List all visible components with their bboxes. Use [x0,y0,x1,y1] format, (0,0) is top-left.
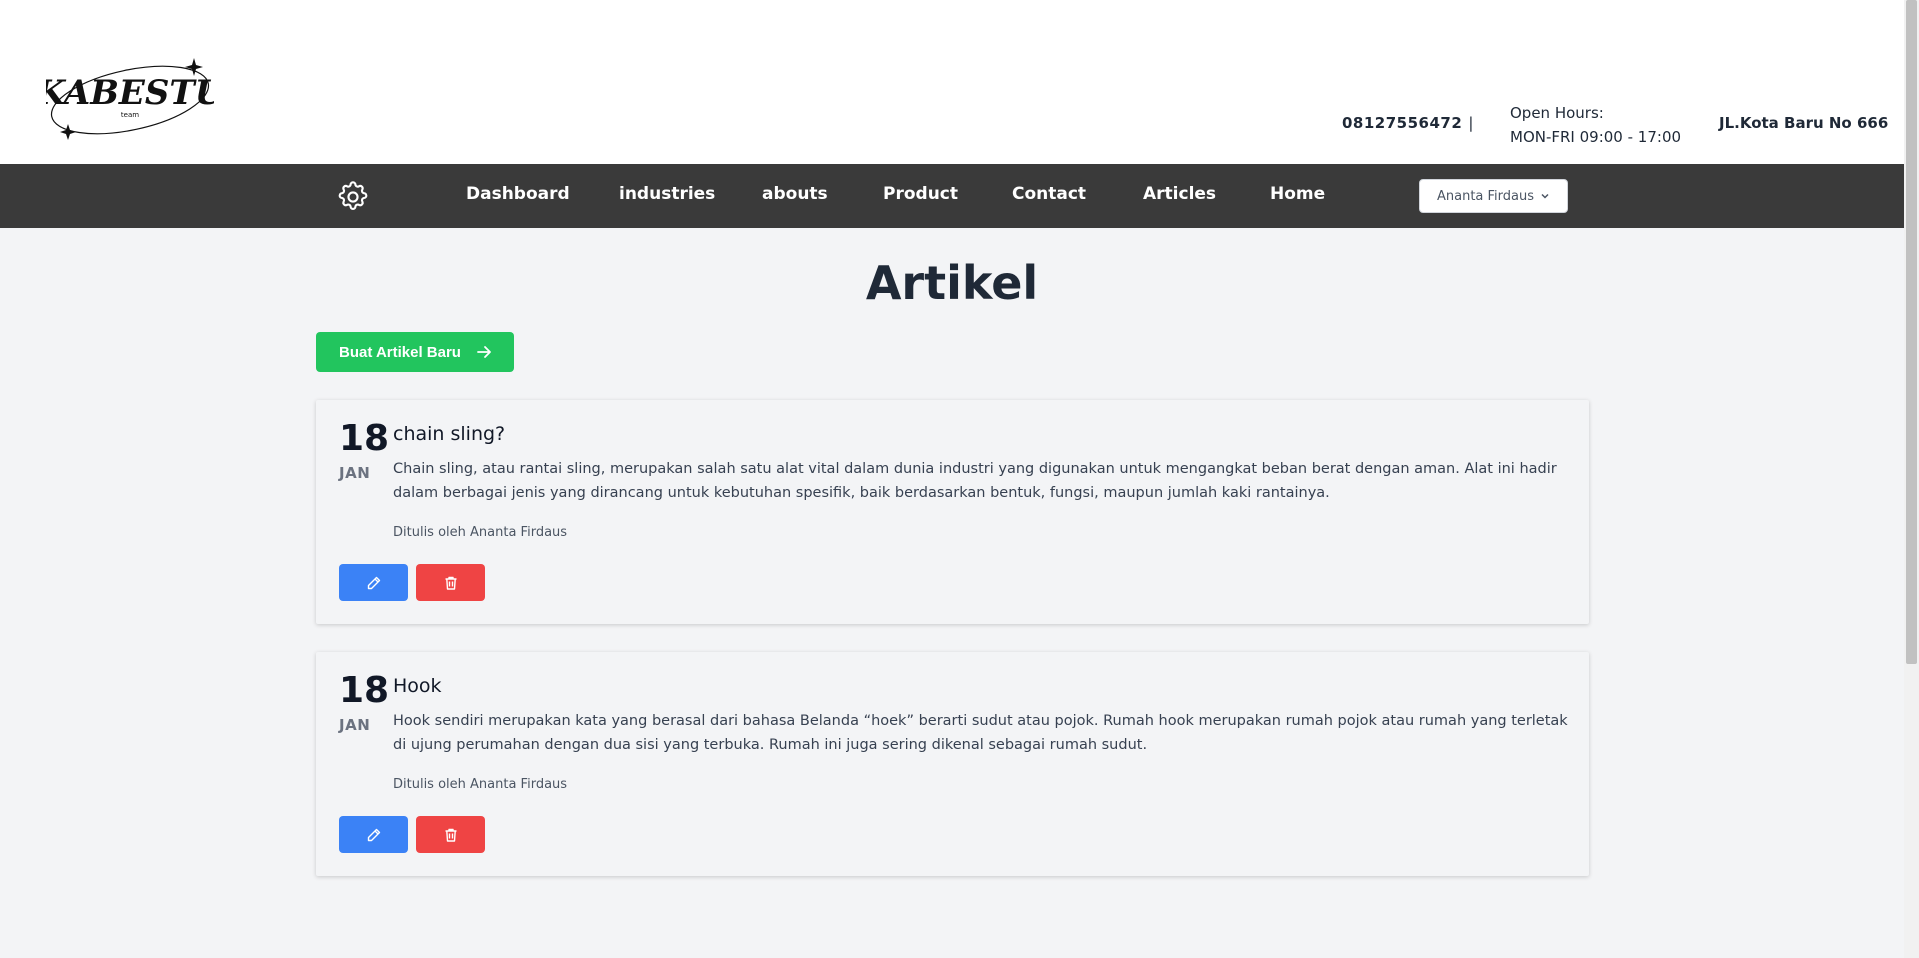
address: JL.Kota Baru No 666 [1719,114,1889,132]
scrollbar-thumb[interactable] [1906,0,1917,664]
trash-icon [445,828,456,842]
nav-articles[interactable]: Articles [1143,184,1216,204]
article-card: 18 JAN Hook Hook sendiri merupakan kata … [316,652,1589,876]
article-day: 18 [339,670,390,711]
pencil-icon [367,828,380,841]
svg-text:team: team [121,111,139,119]
hours-value: MON-FRI 09:00 - 17:00 [1510,128,1682,146]
nav-home[interactable]: Home [1270,184,1325,204]
user-dropdown[interactable]: Ananta Firdaus [1419,179,1568,213]
edit-article-button[interactable] [339,564,408,601]
arrow-right-icon [477,346,491,358]
article-excerpt: Hook sendiri merupakan kata yang berasal… [393,713,1568,753]
article-day: 18 [339,418,390,459]
pencil-icon [367,576,380,589]
nav-product[interactable]: Product [883,184,958,204]
nav-abouts[interactable]: abouts [762,184,828,204]
page-title: Artikel [865,256,1039,310]
article-card: 18 JAN chain sling? Chain sling, atau ra… [316,400,1589,624]
chevron-down-icon [1541,193,1549,199]
edit-article-button[interactable] [339,816,408,853]
delete-article-button[interactable] [416,564,485,601]
article-author: Ditulis oleh Ananta Firdaus [393,777,568,792]
trash-icon [445,576,456,590]
user-name: Ananta Firdaus [1436,188,1535,204]
delete-article-button[interactable] [416,816,485,853]
article-title[interactable]: chain sling? [393,423,505,445]
article-title[interactable]: Hook [393,675,442,697]
contact-phone: 08127556472 | [1342,114,1474,132]
article-month: JAN [339,716,371,734]
article-author: Ditulis oleh Ananta Firdaus [393,525,568,540]
nav-contact[interactable]: Contact [1012,184,1086,204]
top-header: KABESTU team 08127556472 | Open Hours: MO… [0,0,1904,164]
new-article-label: Buat Artikel Baru [339,343,461,361]
phone-number: 08127556472 [1342,114,1463,132]
hours-label: Open Hours: [1510,104,1604,122]
new-article-button[interactable]: Buat Artikel Baru [316,332,514,372]
svg-text:KABESTU: KABESTU [46,73,214,113]
gear-icon[interactable] [336,180,370,214]
nav-industries[interactable]: industries [619,184,715,204]
open-hours: Open Hours: MON-FRI 09:00 - 17:00 [1510,101,1681,149]
article-excerpt: Chain sling, atau rantai sling, merupaka… [393,461,1557,501]
phone-separator: | [1468,114,1474,132]
article-month: JAN [339,464,371,482]
nav-dashboard[interactable]: Dashboard [466,184,570,204]
brand-logo[interactable]: KABESTU team [35,54,227,144]
main-navbar: Dashboard industries abouts Product Cont… [0,164,1904,228]
